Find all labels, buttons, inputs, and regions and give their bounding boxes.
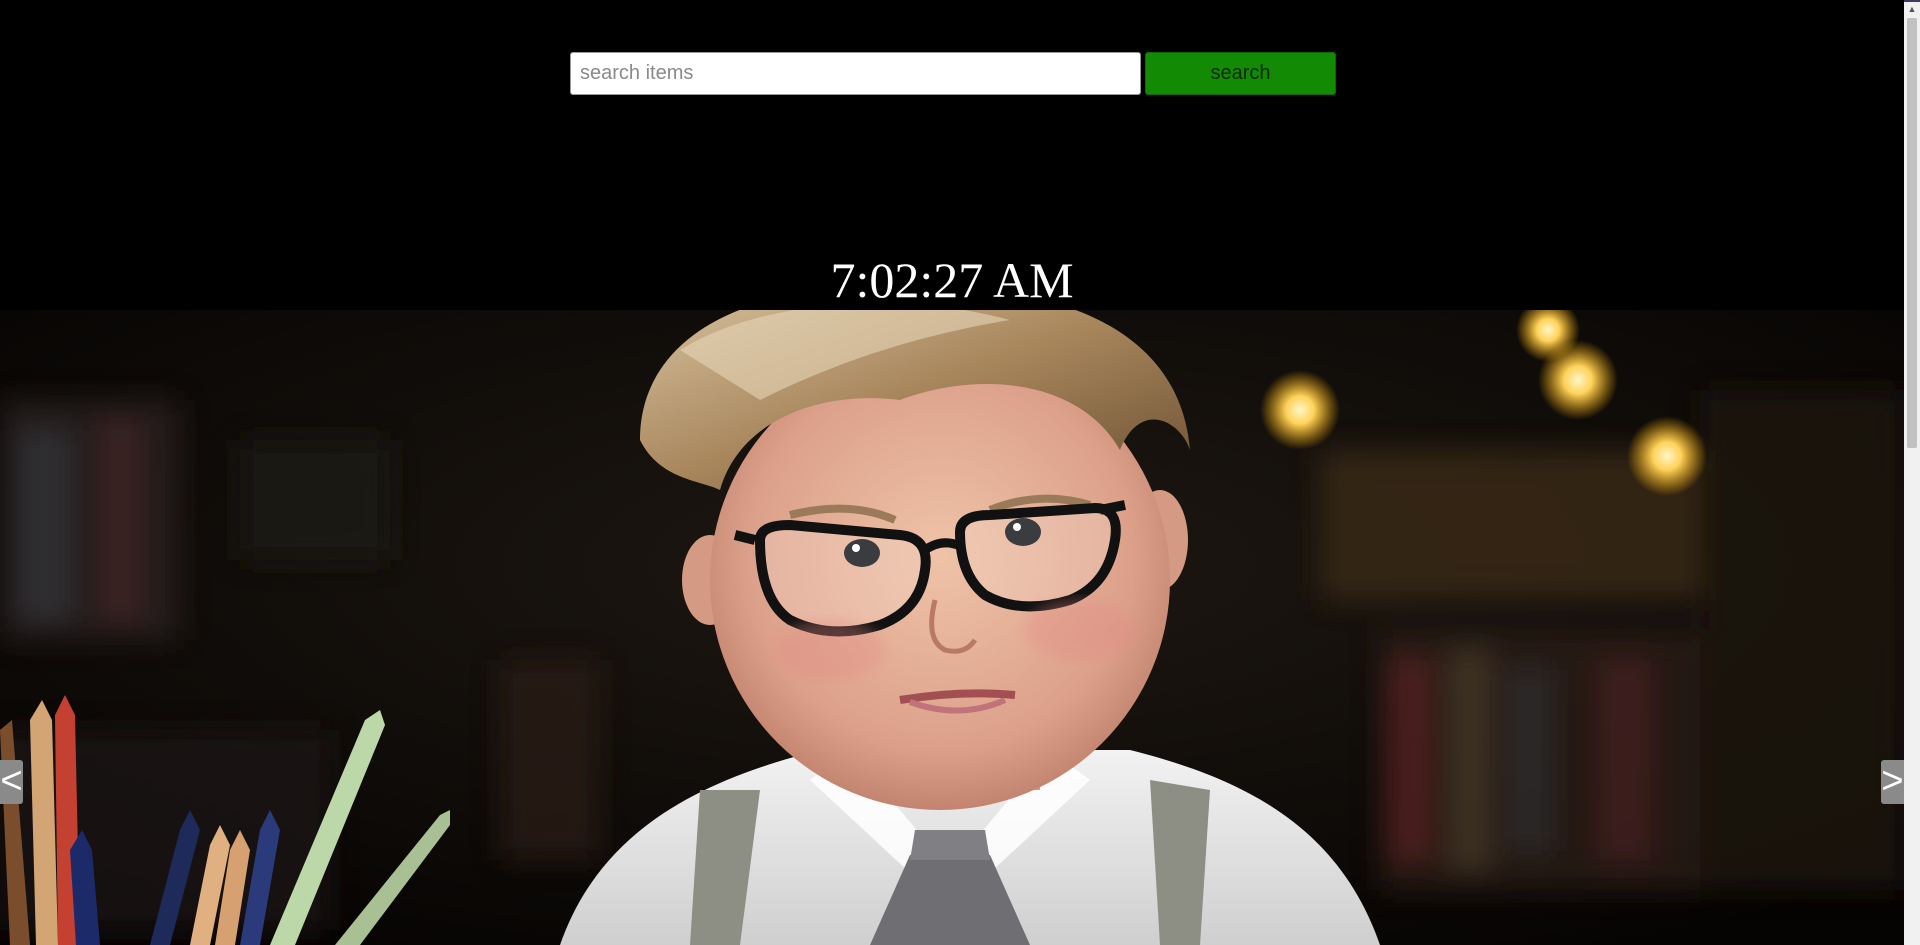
vertical-scrollbar[interactable]: ▲ xyxy=(1904,2,1920,945)
clock-time: 7:02:27 AM xyxy=(830,252,1074,308)
search-bar: search xyxy=(570,52,1336,95)
carousel-next-button[interactable]: > xyxy=(1881,760,1904,804)
search-button[interactable]: search xyxy=(1145,52,1336,95)
page: search 7:02:27 AM xyxy=(0,0,1904,945)
carousel-prev-button[interactable]: < xyxy=(0,760,23,804)
search-input[interactable] xyxy=(570,52,1141,95)
boy-with-glasses-photo xyxy=(0,310,1904,945)
carousel-image xyxy=(0,310,1904,945)
scrollbar-thumb[interactable] xyxy=(1907,18,1917,448)
scroll-up-arrow-icon[interactable]: ▲ xyxy=(1904,2,1920,17)
